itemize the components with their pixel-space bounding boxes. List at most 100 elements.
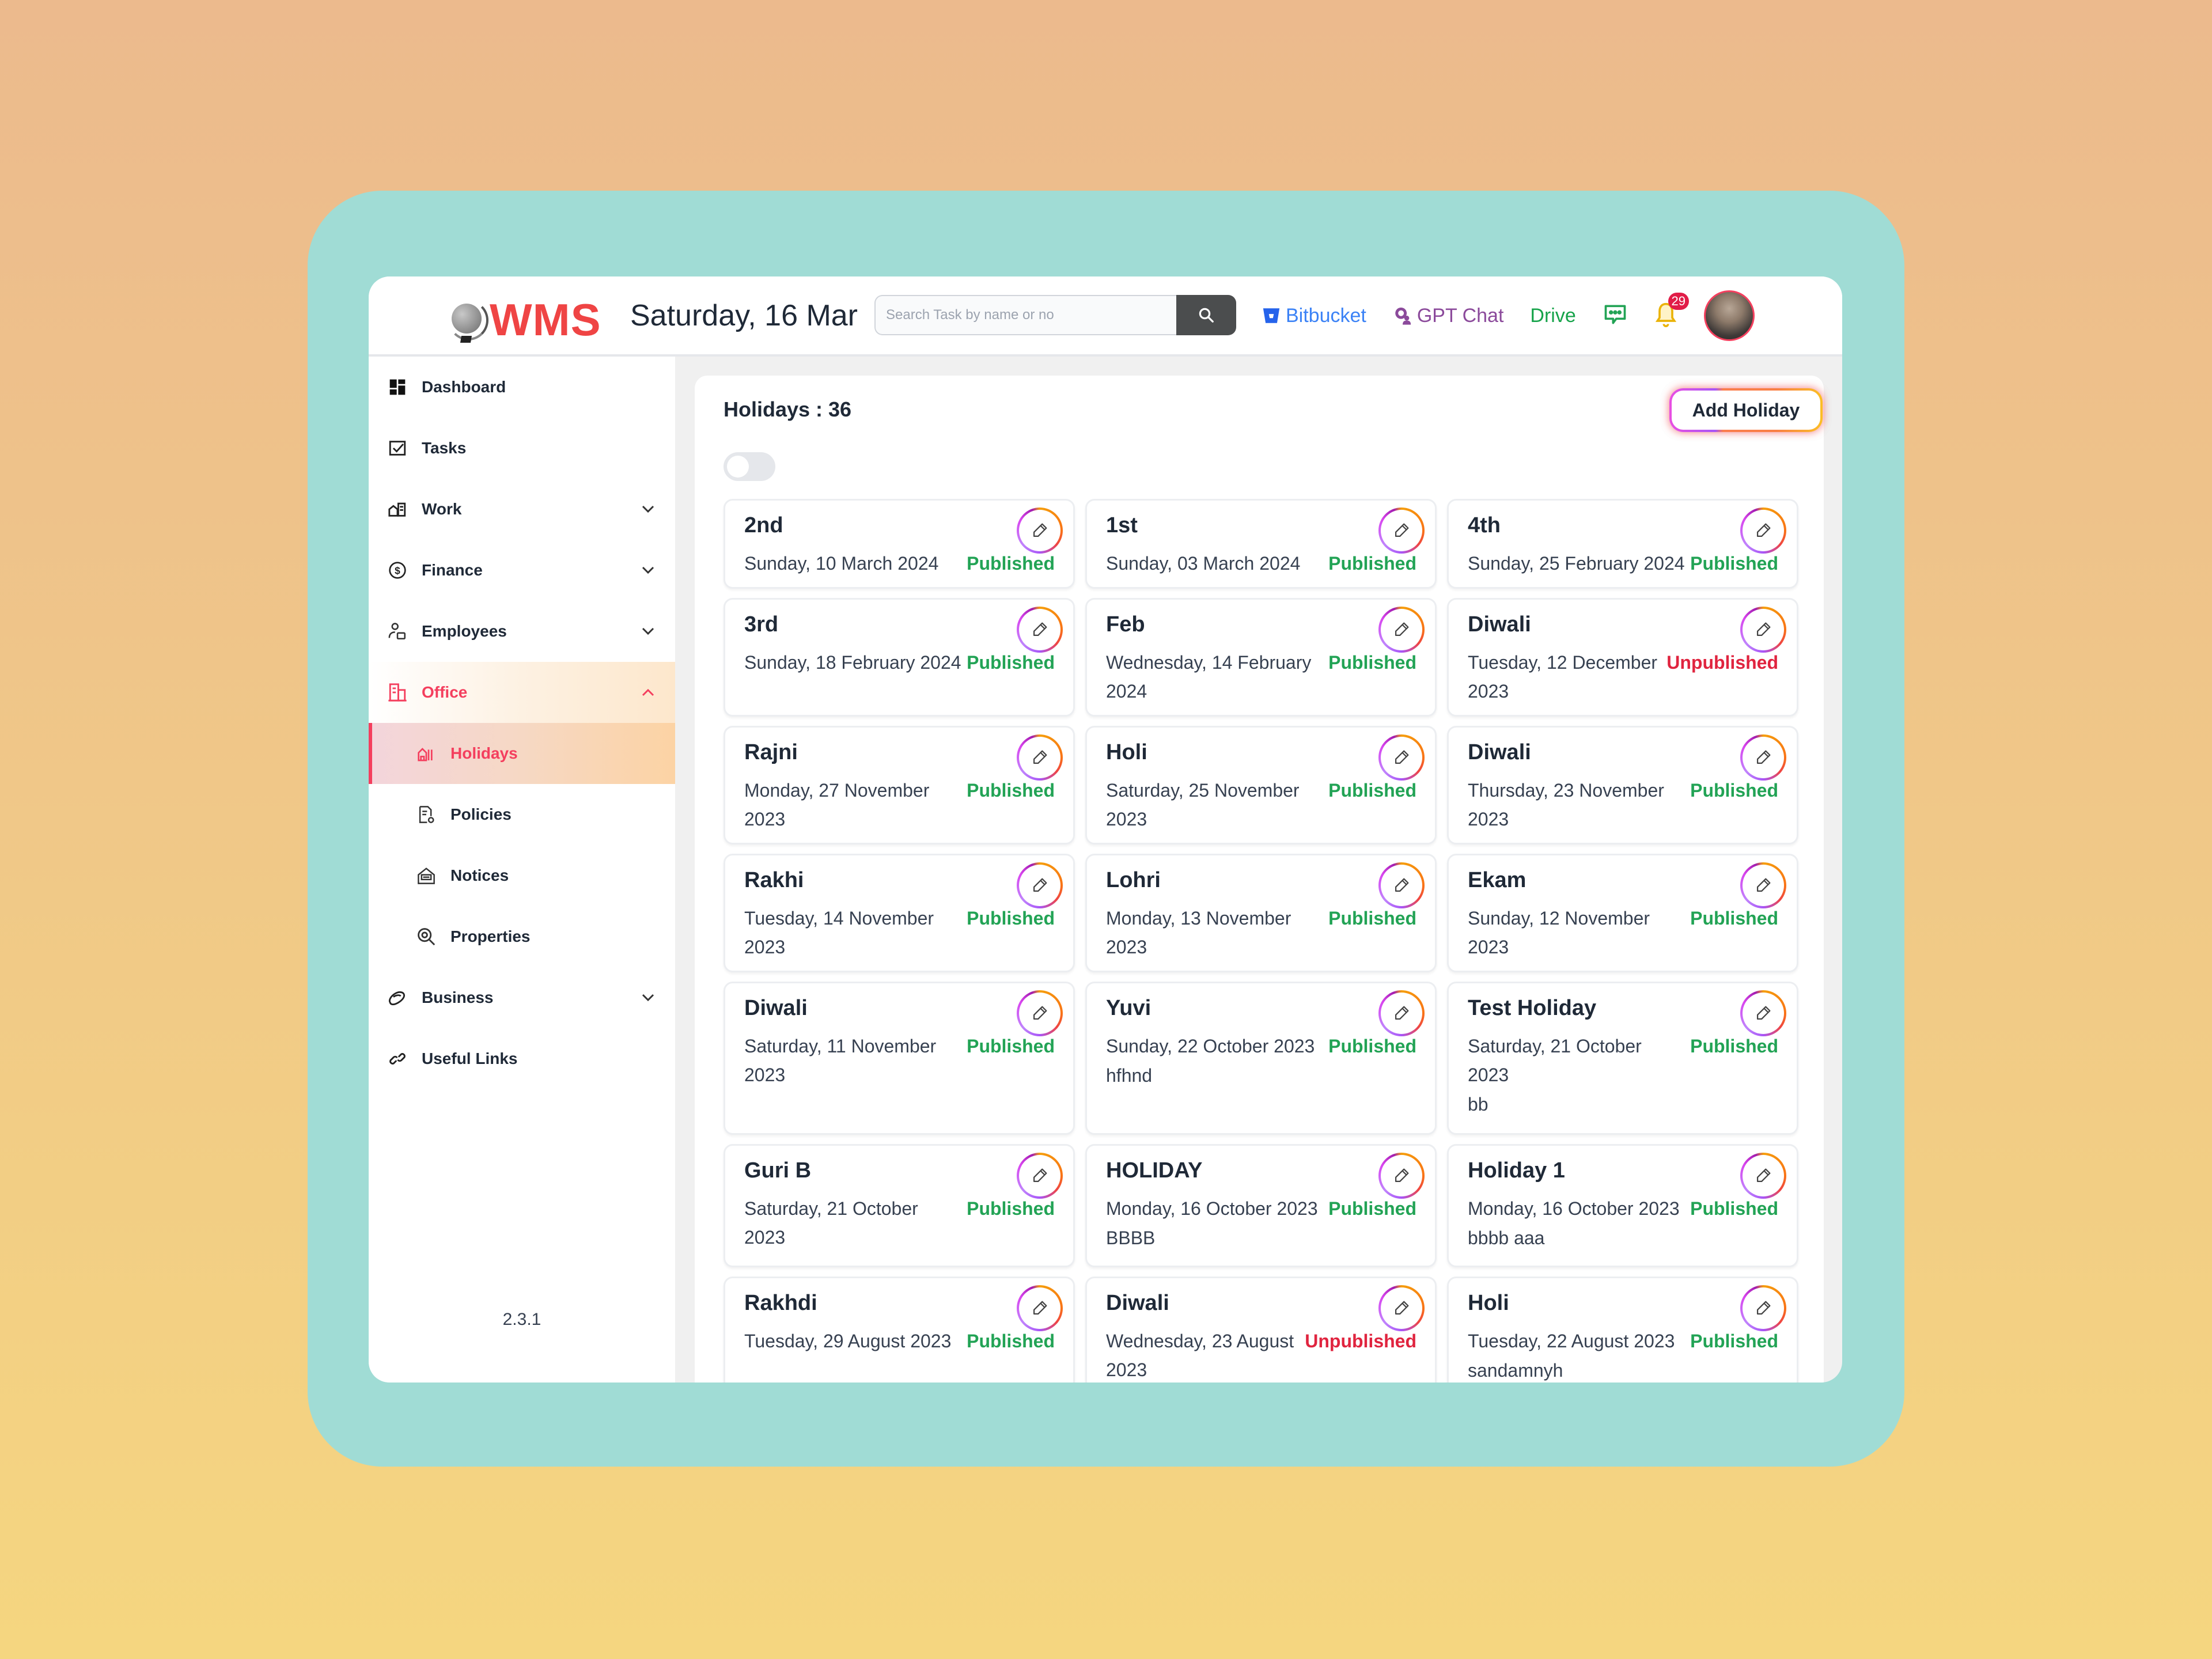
edit-holiday-button[interactable] bbox=[1740, 1153, 1786, 1199]
edit-holiday-button[interactable] bbox=[1378, 1285, 1425, 1331]
edit-holiday-button[interactable] bbox=[1378, 990, 1425, 1036]
holiday-name: 3rd bbox=[744, 612, 779, 637]
dollar-circle-icon: $ bbox=[387, 560, 408, 581]
gpt-chat-link[interactable]: GPT Chat bbox=[1393, 305, 1503, 327]
holiday-card: Yuvi Sunday, 22 October 2023 Published hfhn… bbox=[1085, 982, 1437, 1135]
holiday-name: Rakhi bbox=[744, 868, 804, 892]
holiday-date: Sunday, 18 February 2024 bbox=[744, 652, 961, 673]
user-avatar[interactable] bbox=[1703, 290, 1755, 341]
edit-holiday-button[interactable] bbox=[1017, 990, 1063, 1036]
edit-holiday-button[interactable] bbox=[1740, 507, 1786, 554]
holiday-name: Holiday 1 bbox=[1468, 1158, 1565, 1183]
chevron-up-icon[interactable] bbox=[639, 684, 657, 701]
sidebar-item-label: Tasks bbox=[422, 439, 467, 457]
holiday-date: Tuesday, 22 August 2023 bbox=[1468, 1331, 1675, 1351]
sidebar-item-dashboard[interactable]: Dashboard bbox=[369, 357, 675, 418]
edit-holiday-button[interactable] bbox=[1378, 607, 1425, 653]
chevron-down-icon[interactable] bbox=[639, 562, 657, 579]
published-filter-toggle[interactable] bbox=[724, 452, 775, 481]
sidebar-item-work[interactable]: Work bbox=[369, 479, 675, 540]
holiday-name: Diwali bbox=[1468, 740, 1531, 764]
holiday-card: Diwali Saturday, 11 November 2023 Publishe… bbox=[724, 982, 1075, 1135]
chevron-down-icon[interactable] bbox=[639, 989, 657, 1006]
holiday-card: Ekam Sunday, 12 November 2023 Published bbox=[1447, 854, 1798, 972]
edit-holiday-button[interactable] bbox=[1378, 507, 1425, 554]
holiday-card: 4th Sunday, 25 February 2024 Published bbox=[1447, 499, 1798, 589]
search-input[interactable] bbox=[874, 295, 1176, 335]
holiday-name: Rajni bbox=[744, 740, 798, 764]
chevron-down-icon[interactable] bbox=[639, 623, 657, 640]
pencil-icon bbox=[1743, 993, 1784, 1034]
holiday-card: Lohri Monday, 13 November 2023 Published bbox=[1085, 854, 1437, 972]
search-button[interactable] bbox=[1176, 295, 1236, 335]
task-search bbox=[874, 295, 1236, 335]
holiday-date: Saturday, 25 November 2023 bbox=[1106, 780, 1300, 830]
sidebar-item-finance[interactable]: $ Finance bbox=[369, 540, 675, 601]
sidebar-item-holidays[interactable]: Holidays bbox=[369, 723, 675, 784]
bitbucket-link[interactable]: Bitbucket bbox=[1262, 305, 1366, 327]
search-icon bbox=[1199, 308, 1214, 323]
employees-icon bbox=[387, 621, 408, 642]
sidebar-item-tasks[interactable]: Tasks bbox=[369, 418, 675, 479]
edit-holiday-button[interactable] bbox=[1740, 607, 1786, 653]
chat-button[interactable] bbox=[1603, 302, 1628, 330]
holiday-card: 1st Sunday, 03 March 2024 Published bbox=[1085, 499, 1437, 589]
sidebar-item-label: Policies bbox=[450, 805, 512, 823]
notices-icon bbox=[416, 865, 437, 886]
holiday-name: Diwali bbox=[744, 996, 808, 1020]
edit-holiday-button[interactable] bbox=[1740, 1285, 1786, 1331]
sidebar-item-employees[interactable]: Employees bbox=[369, 601, 675, 662]
edit-holiday-button[interactable] bbox=[1017, 1285, 1063, 1331]
holiday-card: Holi Tuesday, 22 August 2023 Published sand… bbox=[1447, 1277, 1798, 1382]
edit-holiday-button[interactable] bbox=[1740, 990, 1786, 1036]
top-header: WMS Saturday, 16 Mar Bitbucket GPT Chat … bbox=[369, 276, 1842, 357]
holiday-name: Lohri bbox=[1106, 868, 1161, 892]
holiday-card: Test Holiday Saturday, 21 October 2023 Pub… bbox=[1447, 982, 1798, 1135]
holidays-icon bbox=[416, 743, 437, 764]
sidebar-item-business[interactable]: Business bbox=[369, 967, 675, 1028]
holiday-date: Sunday, 03 March 2024 bbox=[1106, 553, 1301, 574]
sidebar: Dashboard Tasks Work $ Finance Employees… bbox=[369, 357, 675, 1382]
globe-logo-icon bbox=[447, 298, 488, 343]
edit-holiday-button[interactable] bbox=[1017, 862, 1063, 908]
holiday-date: Monday, 16 October 2023 bbox=[1468, 1198, 1680, 1219]
edit-holiday-button[interactable] bbox=[1378, 862, 1425, 908]
pencil-icon bbox=[1381, 737, 1422, 778]
sidebar-item-label: Work bbox=[422, 500, 462, 518]
holiday-date: Monday, 16 October 2023 bbox=[1106, 1198, 1318, 1219]
edit-holiday-button[interactable] bbox=[1740, 862, 1786, 908]
edit-holiday-button[interactable] bbox=[1740, 734, 1786, 781]
holiday-description: bbbb aaa bbox=[1468, 1228, 1545, 1248]
pencil-icon bbox=[1381, 1155, 1422, 1196]
holiday-name: Holi bbox=[1106, 740, 1147, 764]
logo[interactable]: WMS bbox=[447, 294, 601, 346]
sidebar-item-policies[interactable]: Policies bbox=[369, 784, 675, 845]
drive-link[interactable]: Drive bbox=[1530, 305, 1575, 327]
chevron-down-icon[interactable] bbox=[639, 501, 657, 518]
sidebar-item-useful-links[interactable]: Useful Links bbox=[369, 1028, 675, 1089]
sidebar-item-notices[interactable]: Notices bbox=[369, 845, 675, 906]
add-holiday-button[interactable]: Add Holiday bbox=[1669, 388, 1823, 432]
edit-holiday-button[interactable] bbox=[1378, 1153, 1425, 1199]
properties-search-icon bbox=[416, 926, 437, 947]
notifications-button[interactable]: 29 bbox=[1653, 292, 1689, 331]
edit-holiday-button[interactable] bbox=[1017, 1153, 1063, 1199]
pencil-icon bbox=[1381, 1287, 1422, 1329]
app-version: 2.3.1 bbox=[502, 1310, 541, 1329]
edit-holiday-button[interactable] bbox=[1017, 734, 1063, 781]
pencil-icon bbox=[1381, 609, 1422, 650]
pencil-icon bbox=[1019, 1287, 1060, 1329]
pencil-icon bbox=[1019, 609, 1060, 650]
sidebar-item-office[interactable]: Office bbox=[369, 662, 675, 723]
pencil-icon bbox=[1743, 1155, 1784, 1196]
edit-holiday-button[interactable] bbox=[1017, 507, 1063, 554]
holiday-card: 3rd Sunday, 18 February 2024 Published bbox=[724, 598, 1075, 717]
sidebar-item-properties[interactable]: Properties bbox=[369, 906, 675, 967]
pencil-icon bbox=[1743, 609, 1784, 650]
holiday-date: Tuesday, 12 December 2023 bbox=[1468, 652, 1658, 702]
holiday-description: BBBB bbox=[1106, 1228, 1156, 1248]
edit-holiday-button[interactable] bbox=[1017, 607, 1063, 653]
pencil-icon bbox=[1381, 510, 1422, 551]
edit-holiday-button[interactable] bbox=[1378, 734, 1425, 781]
business-icon bbox=[387, 987, 408, 1008]
